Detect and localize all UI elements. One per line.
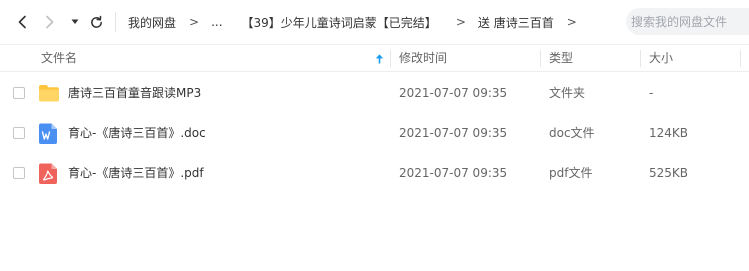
table-row[interactable]: 育心-《唐诗三百首》.pdf 2021-07-07 09:35 pdf文件 52… xyxy=(0,153,749,193)
breadcrumb-item-root[interactable]: 我的网盘 xyxy=(128,14,176,31)
refresh-icon xyxy=(90,15,102,28)
refresh-button[interactable] xyxy=(87,12,105,32)
search-box[interactable] xyxy=(626,8,749,35)
word-doc-icon xyxy=(39,123,57,144)
row-checkbox[interactable] xyxy=(13,167,25,179)
back-button[interactable] xyxy=(14,12,30,32)
breadcrumb-item-parent[interactable]: 【39】少年儿童诗词启蒙【已完结】 xyxy=(242,14,437,31)
table-row[interactable]: 育心-《唐诗三百首》.doc 2021-07-07 09:35 doc文件 12… xyxy=(0,113,749,153)
search-input[interactable] xyxy=(631,14,749,29)
chevron-left-icon xyxy=(18,15,26,29)
file-modified: 2021-07-07 09:35 xyxy=(399,86,508,100)
column-header-type[interactable]: 类型 xyxy=(549,45,573,72)
file-size: 124KB xyxy=(649,126,689,140)
history-dropdown-button[interactable] xyxy=(70,12,80,32)
file-size: - xyxy=(649,86,654,100)
table-row[interactable]: 唐诗三百首童音跟读MP3 2021-07-07 09:35 文件夹 - xyxy=(0,73,749,113)
toolbar: 我的网盘 > ... 【39】少年儿童诗词启蒙【已完结】 > 送 唐诗三百首 > xyxy=(0,0,749,44)
toolbar-divider xyxy=(115,12,116,32)
pdf-icon xyxy=(39,163,57,184)
breadcrumb-item-ellipsis[interactable]: ... xyxy=(211,15,222,29)
file-modified: 2021-07-07 09:35 xyxy=(399,166,508,180)
row-checkbox[interactable] xyxy=(13,127,25,139)
file-name[interactable]: 育心-《唐诗三百首》.pdf xyxy=(68,153,204,193)
row-checkbox[interactable] xyxy=(13,87,25,99)
breadcrumb-separator: > xyxy=(455,15,466,29)
breadcrumb: 我的网盘 > ... 【39】少年儿童诗词启蒙【已完结】 > 送 唐诗三百首 > xyxy=(128,0,577,44)
column-divider[interactable] xyxy=(640,50,641,67)
column-header-size[interactable]: 大小 xyxy=(649,45,673,72)
file-name[interactable]: 育心-《唐诗三百首》.doc xyxy=(68,113,206,153)
breadcrumb-item-current[interactable]: 送 唐诗三百首 xyxy=(478,14,554,31)
column-divider[interactable] xyxy=(740,50,741,67)
file-table-header: 文件名 修改时间 类型 大小 xyxy=(0,44,749,72)
column-divider[interactable] xyxy=(540,50,541,67)
breadcrumb-separator: > xyxy=(566,15,577,29)
file-size: 525KB xyxy=(649,166,689,180)
sort-ascending-icon[interactable] xyxy=(375,54,384,64)
file-modified: 2021-07-07 09:35 xyxy=(399,126,508,140)
column-header-name[interactable]: 文件名 xyxy=(41,45,77,72)
file-name[interactable]: 唐诗三百首童音跟读MP3 xyxy=(68,73,201,113)
breadcrumb-separator: > xyxy=(189,15,200,29)
column-divider[interactable] xyxy=(390,50,391,67)
caret-down-icon xyxy=(71,19,79,24)
file-type: pdf文件 xyxy=(549,166,593,180)
chevron-right-icon xyxy=(46,15,54,29)
file-type: 文件夹 xyxy=(549,86,586,100)
forward-button[interactable] xyxy=(42,12,58,32)
folder-icon xyxy=(39,85,59,102)
file-type: doc文件 xyxy=(549,126,595,140)
column-header-modified[interactable]: 修改时间 xyxy=(399,45,447,72)
